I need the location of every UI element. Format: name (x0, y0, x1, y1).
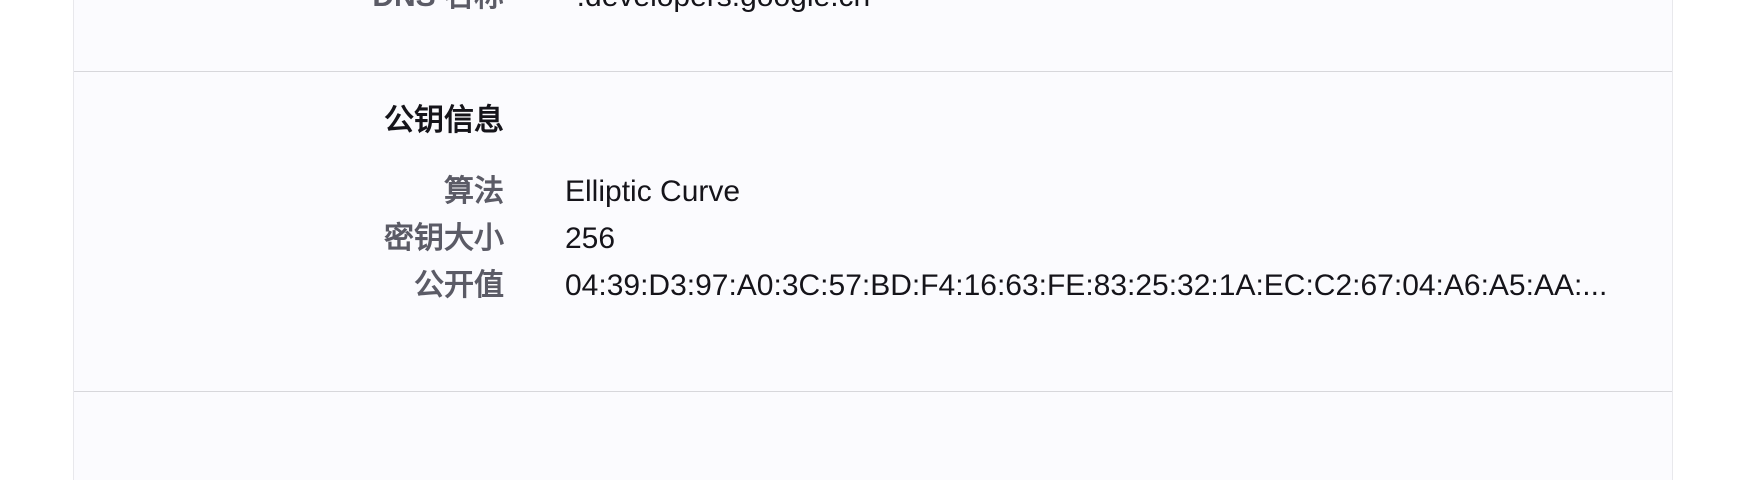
algorithm-row: 算法 Elliptic Curve (74, 172, 1672, 212)
public-value-label: 公开值 (414, 269, 504, 302)
certificate-viewer-card: DNS 名称 *.developers.google.cn 公钥信息 算法 El… (73, 0, 1673, 480)
public-key-info-section: 公钥信息 算法 Elliptic Curve 密钥大小 256 公开值 04:3… (74, 72, 1672, 392)
key-size-row: 密钥大小 256 (74, 219, 1672, 259)
section-heading: 公钥信息 (384, 104, 504, 137)
public-value-value: 04:39:D3:97:A0:3C:57:BD:F4:16:63:FE:83:2… (565, 269, 1608, 302)
subject-alt-names-section: DNS 名称 *.developers.google.cn (74, 0, 1672, 72)
public-value-row: 公开值 04:39:D3:97:A0:3C:57:BD:F4:16:63:FE:… (74, 266, 1672, 306)
dns-name-row: DNS 名称 *.developers.google.cn (74, 0, 1672, 17)
key-size-label: 密钥大小 (384, 222, 504, 255)
algorithm-value: Elliptic Curve (565, 175, 741, 208)
key-size-value: 256 (565, 222, 616, 255)
dns-name-label: DNS 名称 (74, 0, 504, 17)
dns-name-value: *.developers.google.cn (565, 0, 1645, 17)
algorithm-label: 算法 (444, 175, 504, 208)
